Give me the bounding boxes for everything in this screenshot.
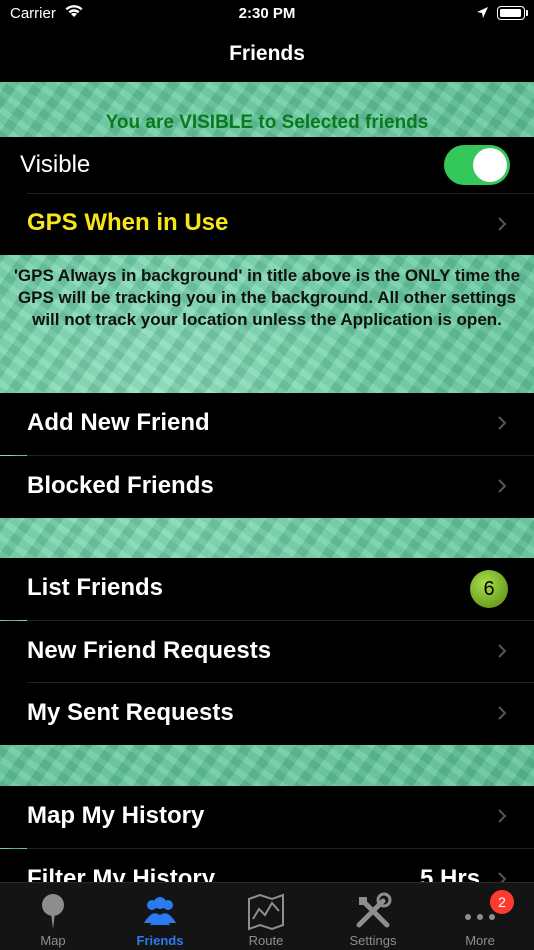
friends-count-badge: 6 [470, 570, 508, 608]
map-pin-icon [42, 894, 64, 929]
add-new-friend-label: Add New Friend [27, 409, 210, 436]
clock: 2:30 PM [238, 5, 296, 22]
route-map-icon [248, 893, 284, 931]
filter-my-history-row[interactable]: Filter My History 5 Hrs [0, 849, 534, 882]
more-notification-badge: 2 [490, 890, 514, 914]
tools-icon [356, 892, 392, 928]
tab-label: Route [248, 933, 284, 948]
toggle-knob [473, 148, 507, 182]
add-new-friend-row[interactable]: Add New Friend [0, 393, 534, 455]
tab-friends[interactable]: Friends [107, 883, 213, 950]
chevron-right-icon [498, 479, 507, 493]
new-friend-requests-row[interactable]: New Friend Requests [0, 621, 534, 683]
chevron-right-icon [498, 644, 507, 658]
list-friends-label: List Friends [27, 574, 164, 601]
visibility-status-banner: You are VISIBLE to Selected friends [105, 112, 429, 133]
tab-label: Settings [349, 933, 397, 948]
gps-mode-label: GPS When in Use [27, 209, 229, 236]
people-icon [144, 897, 176, 925]
visible-toggle[interactable] [444, 145, 510, 185]
visible-row: Visible [0, 137, 534, 194]
navigation-bar: Friends [0, 28, 534, 82]
tab-label: More [465, 933, 495, 948]
map-my-history-row[interactable]: Map My History [0, 786, 534, 848]
filter-my-history-label: Filter My History [27, 865, 216, 882]
blocked-friends-row[interactable]: Blocked Friends [0, 456, 534, 518]
visible-label: Visible [20, 151, 91, 178]
gps-background-note: 'GPS Always in background' in title abov… [13, 266, 521, 329]
blocked-friends-label: Blocked Friends [27, 472, 214, 499]
tab-map[interactable]: Map [0, 883, 106, 950]
chevron-right-icon [498, 706, 507, 720]
sent-requests-label: My Sent Requests [27, 699, 234, 726]
gps-mode-row[interactable]: GPS When in Use [0, 194, 534, 255]
tab-settings[interactable]: Settings [320, 883, 426, 950]
chevron-right-icon [498, 416, 507, 430]
battery-tip [526, 10, 528, 16]
tab-label: Map [40, 933, 66, 948]
page-title: Friends [229, 42, 305, 65]
tab-route[interactable]: Route [213, 883, 319, 950]
tab-bar: Map Friends Route Settings More [0, 882, 534, 950]
battery-icon [497, 6, 525, 20]
chevron-right-icon [498, 809, 507, 823]
tab-label: Friends [136, 933, 184, 948]
status-bar: Carrier 2:30 PM [0, 0, 534, 28]
filter-value: 5 Hrs [420, 865, 481, 882]
tab-more[interactable]: More [427, 883, 533, 950]
chevron-right-icon [498, 217, 507, 231]
list-friends-row[interactable]: List Friends 6 [0, 558, 534, 620]
new-friend-requests-label: New Friend Requests [27, 637, 272, 664]
sent-requests-row[interactable]: My Sent Requests [0, 683, 534, 745]
map-my-history-label: Map My History [27, 802, 205, 829]
location-arrow-icon [477, 7, 488, 18]
chevron-right-icon [498, 872, 507, 882]
